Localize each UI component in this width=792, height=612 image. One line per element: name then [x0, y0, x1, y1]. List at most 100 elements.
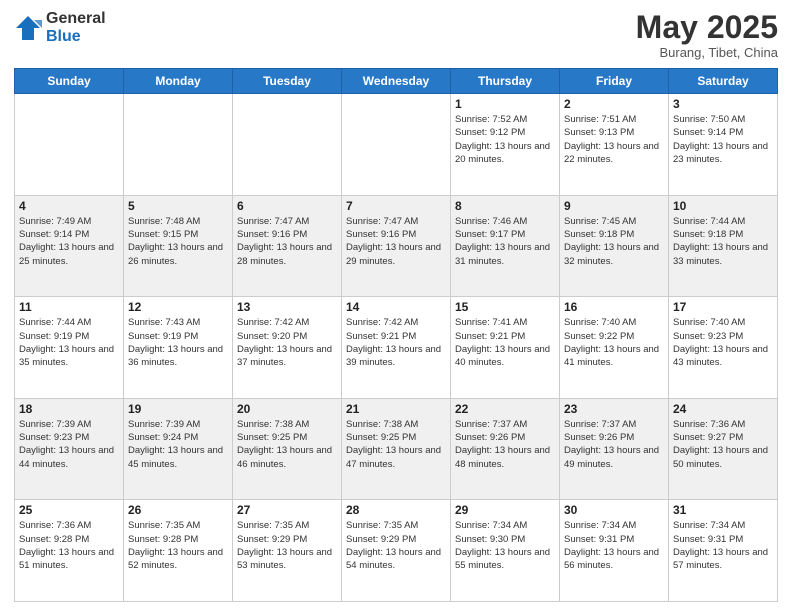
day-number: 7: [346, 199, 446, 213]
calendar-cell: [124, 94, 233, 196]
calendar-cell: 9 Sunrise: 7:45 AM Sunset: 9:18 PM Daylig…: [560, 195, 669, 297]
calendar-cell: [233, 94, 342, 196]
calendar-cell: 24Sunrise: 7:36 AM Sunset: 9:27 PM Dayli…: [669, 398, 778, 500]
day-info: Sunrise: 7:42 AM Sunset: 9:20 PM Dayligh…: [237, 316, 337, 369]
calendar-cell: 11 Sunrise: 7:44 AM Sunset: 9:19 PM Dayli…: [15, 297, 124, 399]
day-header-tuesday: Tuesday: [233, 69, 342, 94]
calendar-cell: 12Sunrise: 7:43 AM Sunset: 9:19 PM Dayli…: [124, 297, 233, 399]
calendar-cell: 14Sunrise: 7:42 AM Sunset: 9:21 PM Dayli…: [342, 297, 451, 399]
day-info: Sunrise: 7:38 AM Sunset: 9:25 PM Dayligh…: [346, 418, 446, 471]
day-header-thursday: Thursday: [451, 69, 560, 94]
day-info: Sunrise: 7:37 AM Sunset: 9:26 PM Dayligh…: [564, 418, 664, 471]
calendar-cell: 4Sunrise: 7:49 AM Sunset: 9:14 PM Daylig…: [15, 195, 124, 297]
day-info: Sunrise: 7:51 AM Sunset: 9:13 PM Dayligh…: [564, 113, 664, 166]
calendar-header-row: SundayMondayTuesdayWednesdayThursdayFrid…: [15, 69, 778, 94]
day-number: 31: [673, 503, 773, 517]
day-info: Sunrise: 7:34 AM Sunset: 9:30 PM Dayligh…: [455, 519, 555, 572]
calendar-cell: 17 Sunrise: 7:40 AM Sunset: 9:23 PM Dayli…: [669, 297, 778, 399]
day-header-friday: Friday: [560, 69, 669, 94]
calendar-cell: 13 Sunrise: 7:42 AM Sunset: 9:20 PM Dayli…: [233, 297, 342, 399]
location-subtitle: Burang, Tibet, China: [636, 45, 778, 60]
calendar-cell: 31 Sunrise: 7:34 AM Sunset: 9:31 PM Dayli…: [669, 500, 778, 602]
day-info: Sunrise: 7:42 AM Sunset: 9:21 PM Dayligh…: [346, 316, 446, 369]
day-number: 24: [673, 402, 773, 416]
day-info: Sunrise: 7:35 AM Sunset: 9:29 PM Dayligh…: [237, 519, 337, 572]
calendar-cell: 23 Sunrise: 7:37 AM Sunset: 9:26 PM Dayli…: [560, 398, 669, 500]
calendar-week-row: 18 Sunrise: 7:39 AM Sunset: 9:23 PM Dayli…: [15, 398, 778, 500]
day-number: 23: [564, 402, 664, 416]
day-info: Sunrise: 7:48 AM Sunset: 9:15 PM Dayligh…: [128, 215, 228, 268]
day-info: Sunrise: 7:41 AM Sunset: 9:21 PM Dayligh…: [455, 316, 555, 369]
day-number: 18: [19, 402, 119, 416]
day-info: Sunrise: 7:34 AM Sunset: 9:31 PM Dayligh…: [673, 519, 773, 572]
day-info: Sunrise: 7:46 AM Sunset: 9:17 PM Dayligh…: [455, 215, 555, 268]
day-header-sunday: Sunday: [15, 69, 124, 94]
day-number: 3: [673, 97, 773, 111]
day-info: Sunrise: 7:39 AM Sunset: 9:23 PM Dayligh…: [19, 418, 119, 471]
day-number: 28: [346, 503, 446, 517]
calendar-week-row: 11 Sunrise: 7:44 AM Sunset: 9:19 PM Dayli…: [15, 297, 778, 399]
day-info: Sunrise: 7:34 AM Sunset: 9:31 PM Dayligh…: [564, 519, 664, 572]
calendar-cell: [342, 94, 451, 196]
day-info: Sunrise: 7:47 AM Sunset: 9:16 PM Dayligh…: [237, 215, 337, 268]
day-number: 29: [455, 503, 555, 517]
day-info: Sunrise: 7:44 AM Sunset: 9:19 PM Dayligh…: [19, 316, 119, 369]
day-number: 25: [19, 503, 119, 517]
calendar-cell: 6 Sunrise: 7:47 AM Sunset: 9:16 PM Daylig…: [233, 195, 342, 297]
day-number: 6: [237, 199, 337, 213]
logo: General Blue: [14, 10, 106, 45]
calendar-cell: 22Sunrise: 7:37 AM Sunset: 9:26 PM Dayli…: [451, 398, 560, 500]
day-number: 1: [455, 97, 555, 111]
day-info: Sunrise: 7:49 AM Sunset: 9:14 PM Dayligh…: [19, 215, 119, 268]
day-info: Sunrise: 7:40 AM Sunset: 9:23 PM Dayligh…: [673, 316, 773, 369]
day-header-saturday: Saturday: [669, 69, 778, 94]
day-number: 17: [673, 300, 773, 314]
calendar-cell: 19 Sunrise: 7:39 AM Sunset: 9:24 PM Dayli…: [124, 398, 233, 500]
day-number: 30: [564, 503, 664, 517]
day-header-wednesday: Wednesday: [342, 69, 451, 94]
day-number: 19: [128, 402, 228, 416]
calendar-cell: 21 Sunrise: 7:38 AM Sunset: 9:25 PM Dayli…: [342, 398, 451, 500]
day-info: Sunrise: 7:35 AM Sunset: 9:29 PM Dayligh…: [346, 519, 446, 572]
day-info: Sunrise: 7:45 AM Sunset: 9:18 PM Dayligh…: [564, 215, 664, 268]
calendar-cell: 2Sunrise: 7:51 AM Sunset: 9:13 PM Daylig…: [560, 94, 669, 196]
day-number: 11: [19, 300, 119, 314]
day-info: Sunrise: 7:47 AM Sunset: 9:16 PM Dayligh…: [346, 215, 446, 268]
calendar-cell: 5 Sunrise: 7:48 AM Sunset: 9:15 PM Daylig…: [124, 195, 233, 297]
logo-text: General Blue: [46, 10, 106, 45]
calendar-cell: 27Sunrise: 7:35 AM Sunset: 9:29 PM Dayli…: [233, 500, 342, 602]
day-info: Sunrise: 7:50 AM Sunset: 9:14 PM Dayligh…: [673, 113, 773, 166]
calendar-week-row: 4Sunrise: 7:49 AM Sunset: 9:14 PM Daylig…: [15, 195, 778, 297]
day-number: 21: [346, 402, 446, 416]
day-number: 10: [673, 199, 773, 213]
day-header-monday: Monday: [124, 69, 233, 94]
month-title: May 2025: [636, 10, 778, 45]
calendar-week-row: 25Sunrise: 7:36 AM Sunset: 9:28 PM Dayli…: [15, 500, 778, 602]
calendar-cell: 20 Sunrise: 7:38 AM Sunset: 9:25 PM Dayli…: [233, 398, 342, 500]
day-number: 5: [128, 199, 228, 213]
day-info: Sunrise: 7:43 AM Sunset: 9:19 PM Dayligh…: [128, 316, 228, 369]
calendar-cell: 26Sunrise: 7:35 AM Sunset: 9:28 PM Dayli…: [124, 500, 233, 602]
day-number: 13: [237, 300, 337, 314]
day-number: 15: [455, 300, 555, 314]
calendar-cell: 30 Sunrise: 7:34 AM Sunset: 9:31 PM Dayli…: [560, 500, 669, 602]
day-info: Sunrise: 7:39 AM Sunset: 9:24 PM Dayligh…: [128, 418, 228, 471]
logo-icon: [14, 14, 42, 42]
day-info: Sunrise: 7:52 AM Sunset: 9:12 PM Dayligh…: [455, 113, 555, 166]
day-number: 26: [128, 503, 228, 517]
calendar-cell: 25Sunrise: 7:36 AM Sunset: 9:28 PM Dayli…: [15, 500, 124, 602]
day-info: Sunrise: 7:37 AM Sunset: 9:26 PM Dayligh…: [455, 418, 555, 471]
day-info: Sunrise: 7:44 AM Sunset: 9:18 PM Dayligh…: [673, 215, 773, 268]
day-number: 8: [455, 199, 555, 213]
calendar-cell: 28 Sunrise: 7:35 AM Sunset: 9:29 PM Dayli…: [342, 500, 451, 602]
day-number: 20: [237, 402, 337, 416]
title-area: May 2025 Burang, Tibet, China: [636, 10, 778, 60]
day-number: 9: [564, 199, 664, 213]
page: General Blue May 2025 Burang, Tibet, Chi…: [0, 0, 792, 612]
calendar-cell: 10 Sunrise: 7:44 AM Sunset: 9:18 PM Dayli…: [669, 195, 778, 297]
calendar-cell: 29 Sunrise: 7:34 AM Sunset: 9:30 PM Dayli…: [451, 500, 560, 602]
calendar-cell: 3 Sunrise: 7:50 AM Sunset: 9:14 PM Daylig…: [669, 94, 778, 196]
calendar-cell: 16Sunrise: 7:40 AM Sunset: 9:22 PM Dayli…: [560, 297, 669, 399]
day-info: Sunrise: 7:38 AM Sunset: 9:25 PM Dayligh…: [237, 418, 337, 471]
calendar-cell: 8 Sunrise: 7:46 AM Sunset: 9:17 PM Daylig…: [451, 195, 560, 297]
